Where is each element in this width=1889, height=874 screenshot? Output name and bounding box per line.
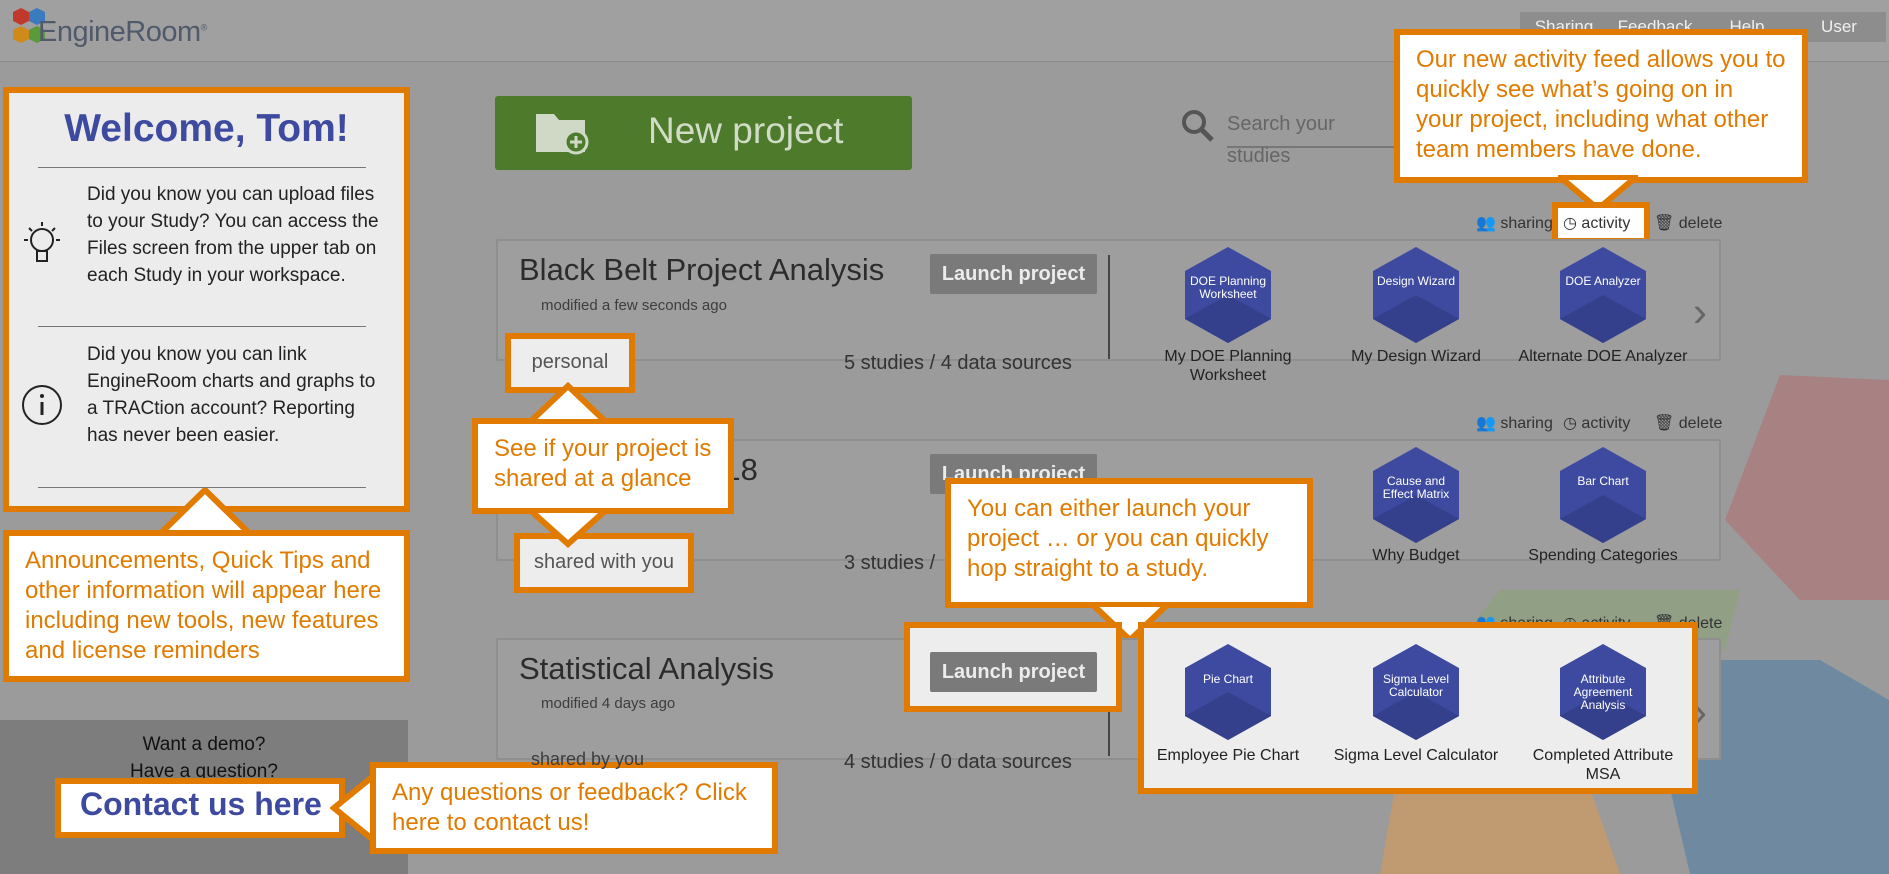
launch-project-button[interactable]: Launch project xyxy=(930,652,1097,692)
callout-activity: Our new activity feed allows you to quic… xyxy=(1394,29,1808,183)
welcome-title: Welcome, Tom! xyxy=(64,107,349,150)
study-type-label: Attribute Agreement Analysis xyxy=(1573,672,1633,712)
share-status-badge: shared by you xyxy=(531,749,645,769)
divider xyxy=(38,167,366,168)
study-type-label: Bar Chart xyxy=(1577,474,1629,488)
project-counts: 5 studies / 4 data sources xyxy=(844,352,1072,374)
share-status-badge: shared with you xyxy=(520,551,688,574)
callout-launch: You can either launch your project … or … xyxy=(945,478,1313,608)
new-project-label: New project xyxy=(648,110,844,151)
chevron-right-icon[interactable]: › xyxy=(1693,288,1707,336)
clock-icon: ◷ xyxy=(1563,415,1577,432)
callout-announcements: Announcements, Quick Tips and other info… xyxy=(3,530,410,682)
info-icon xyxy=(22,385,62,425)
callout-contact: Any questions or feedback? Click here to… xyxy=(370,762,778,854)
delete-action[interactable]: 🗑 delete xyxy=(1654,413,1722,433)
study-hex-icon[interactable] xyxy=(1558,445,1648,545)
share-status-badge: personal xyxy=(511,351,629,374)
study-label[interactable]: My DOE Planning Worksheet xyxy=(1143,347,1313,385)
study-label[interactable]: Completed Attribute MSA xyxy=(1518,746,1688,784)
divider xyxy=(1108,255,1110,359)
activity-action[interactable]: ◷ activity xyxy=(1563,413,1630,433)
study-hex-icon[interactable] xyxy=(1558,245,1648,345)
project-modified: modified a few seconds ago xyxy=(541,297,727,314)
study-type-label: DOE Planning Worksheet xyxy=(1189,274,1267,301)
callout-shared: See if your project is shared at a glanc… xyxy=(472,418,734,514)
project-title[interactable]: Black Belt Project Analysis xyxy=(519,252,884,288)
study-type-label: Design Wizard xyxy=(1376,274,1456,288)
project-modified: modified 4 days ago xyxy=(541,695,676,712)
sharing-action[interactable]: 👥 sharing xyxy=(1476,213,1553,233)
folder-add-icon xyxy=(536,114,589,155)
lightbulb-icon xyxy=(24,222,60,262)
study-type-label: Cause and Effect Matrix xyxy=(1382,474,1450,501)
search-input[interactable]: Search your studies xyxy=(1227,108,1397,167)
activity-action[interactable]: ◷ activity xyxy=(1563,213,1630,233)
callout-pointer xyxy=(528,508,608,548)
study-label[interactable]: Sigma Level Calculator xyxy=(1331,746,1501,765)
trash-icon: 🗑 xyxy=(1654,215,1675,232)
study-type-label: Pie Chart xyxy=(1202,672,1254,686)
contact-link[interactable]: Contact us here xyxy=(80,786,322,823)
project-title[interactable]: Statistical Analysis xyxy=(519,651,774,687)
trash-icon: 🗑 xyxy=(1654,415,1675,432)
project-counts: 3 studies / xyxy=(844,552,936,574)
callout-pointer xyxy=(160,488,250,536)
callout-pointer xyxy=(528,382,608,424)
divider xyxy=(38,326,366,327)
study-hex-icon[interactable] xyxy=(1183,642,1273,742)
launch-project-button[interactable]: Launch project xyxy=(930,254,1097,294)
study-type-label: Sigma Level Calculator xyxy=(1382,672,1450,699)
sharing-action[interactable]: 👥 sharing xyxy=(1476,413,1553,433)
study-type-label: DOE Analyzer xyxy=(1565,274,1641,288)
delete-action[interactable]: 🗑 delete xyxy=(1654,213,1722,233)
study-label[interactable]: My Design Wizard xyxy=(1331,347,1501,366)
study-label[interactable]: Employee Pie Chart xyxy=(1143,746,1313,765)
project-counts: 4 studies / 0 data sources xyxy=(844,751,1072,773)
search-icon[interactable] xyxy=(1180,108,1216,144)
clock-icon: ◷ xyxy=(1563,215,1577,232)
demo-prompt: Want a demo? xyxy=(142,734,266,755)
person-icon: 👥 xyxy=(1476,215,1496,232)
tip-traction-link: Did you know you can link EngineRoom cha… xyxy=(87,344,376,446)
study-hex-icon[interactable] xyxy=(1371,245,1461,345)
app-logo[interactable]: EngineRoom® xyxy=(38,16,207,49)
study-label[interactable]: Spending Categories xyxy=(1518,546,1688,565)
tip-upload-files: Did you know you can upload files to you… xyxy=(87,184,379,286)
study-label[interactable]: Why Budget xyxy=(1331,546,1501,565)
study-label[interactable]: Alternate DOE Analyzer xyxy=(1518,347,1688,366)
person-icon: 👥 xyxy=(1476,415,1496,432)
